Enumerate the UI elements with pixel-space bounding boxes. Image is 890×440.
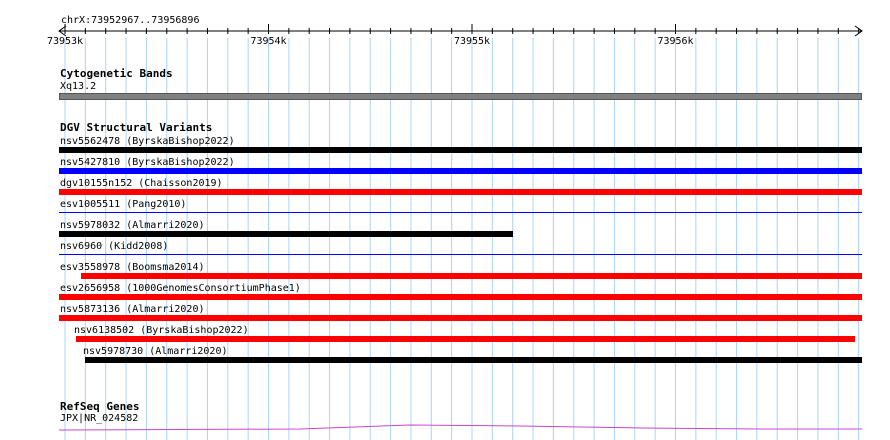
refseq-gene-line [58, 424, 862, 431]
refseq-gene-feature[interactable] [0, 0, 890, 440]
